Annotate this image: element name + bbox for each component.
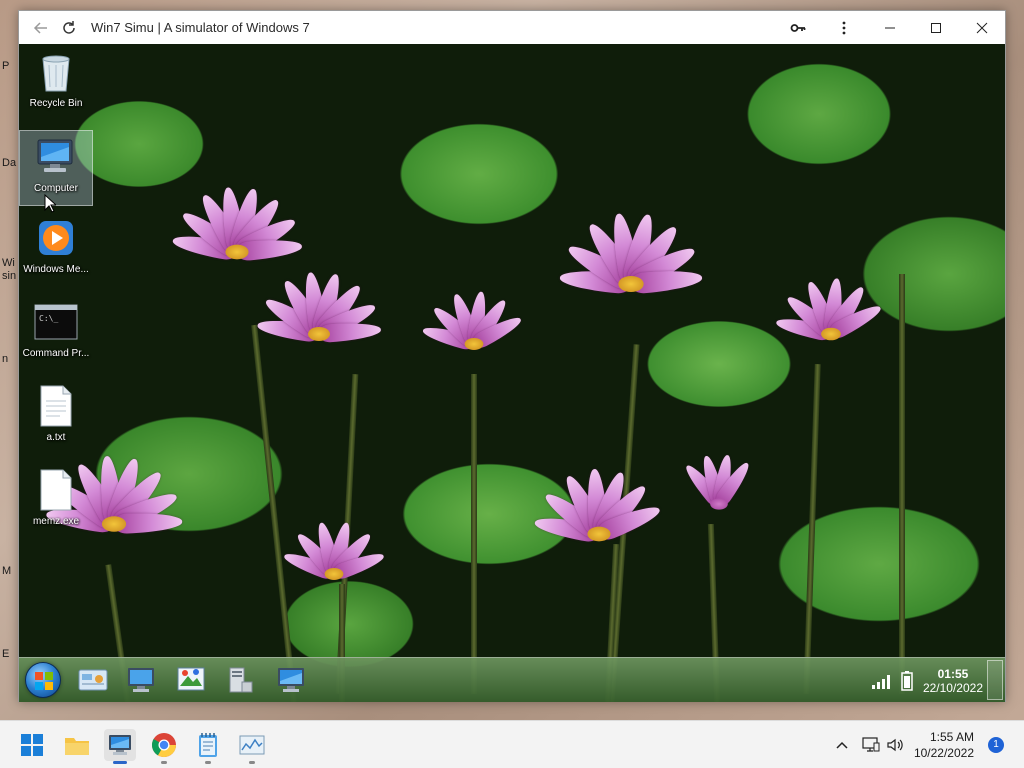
desktop-icon-memz-exe[interactable]: memz.exe (19, 464, 93, 540)
taskbar-app-computer[interactable] (123, 664, 159, 696)
key-icon (790, 23, 806, 32)
command-prompt-icon: C:\_ (34, 300, 78, 344)
title-bar: Win7 Simu | A simulator of Windows 7 (19, 11, 1005, 44)
win7-simu-icon (109, 735, 131, 755)
computer-icon (128, 668, 154, 692)
show-desktop-button[interactable] (987, 660, 1003, 700)
desktop-icon-label: memz.exe (32, 516, 80, 527)
desktop-icon-label: Windows Me... (23, 264, 89, 275)
windows-logo-icon (35, 672, 53, 690)
recycle-bin-icon (34, 50, 78, 94)
taskbar-app-server[interactable] (221, 664, 257, 696)
text-file-icon (34, 384, 78, 428)
win7-desktop[interactable]: Recycle Bin Computer Windows Me... C:\_ … (19, 44, 1005, 702)
desktop-icon-label: Recycle Bin (29, 98, 83, 109)
server-icon (229, 667, 253, 693)
control-panel-icon (78, 669, 108, 691)
performance-monitor-icon (239, 735, 265, 755)
win7-taskbar: 01:55 22/10/2022 (19, 657, 1005, 702)
host-taskbar: 1:55 AM 10/22/2022 1 (0, 720, 1024, 768)
maximize-button[interactable] (913, 11, 959, 44)
battery-icon[interactable] (901, 670, 913, 691)
running-indicator (161, 761, 167, 764)
chevron-up-icon[interactable] (834, 737, 850, 753)
reload-button[interactable] (55, 14, 83, 42)
host-system-tray: 1:55 AM 10/22/2022 1 (834, 721, 1024, 768)
computer-icon (278, 668, 304, 692)
app-title: Win7 Simu | A simulator of Windows 7 (91, 20, 310, 35)
win7-clock-time: 01:55 (937, 666, 969, 681)
key-button[interactable] (775, 11, 821, 44)
host-clock-time: 1:55 AM (929, 730, 974, 744)
volume-icon[interactable] (886, 737, 904, 753)
taskbar-app-computer[interactable] (273, 664, 309, 696)
more-vertical-icon (842, 21, 846, 34)
file-explorer-icon (65, 738, 89, 755)
desktop-icon-computer[interactable]: Computer (19, 130, 93, 206)
taskbar-app-paint[interactable] (173, 664, 209, 696)
running-indicator (249, 761, 255, 764)
desktop-icon-label: a.txt (46, 432, 66, 443)
back-arrow-icon (33, 21, 47, 34)
minimize-button[interactable] (867, 11, 913, 44)
more-options-button[interactable] (821, 11, 867, 44)
desktop-icon-a-txt[interactable]: a.txt (19, 380, 93, 456)
svg-text:C:\_: C:\_ (39, 314, 58, 323)
win7-clock-date: 22/10/2022 (922, 680, 983, 695)
taskbar-app-control-panel[interactable] (75, 664, 111, 696)
signal-icon[interactable] (871, 672, 893, 690)
app-window: Win7 Simu | A simulator of Windows 7 Rec… (18, 10, 1006, 702)
host-clock[interactable]: 1:55 AM 10/22/2022 (914, 729, 974, 761)
paint-icon (177, 667, 205, 691)
close-button[interactable] (959, 11, 1005, 44)
win7-system-tray: 01:55 22/10/2022 (871, 658, 983, 702)
taskbar-file-explorer[interactable] (61, 729, 93, 761)
windows-start-button[interactable] (16, 729, 48, 761)
win7-clock[interactable]: 01:55 22/10/2022 (923, 667, 983, 695)
reload-icon (63, 20, 75, 34)
executable-file-icon (34, 468, 78, 512)
active-indicator (113, 761, 127, 764)
taskbar-win7-simu[interactable] (104, 729, 136, 764)
running-indicator (205, 761, 211, 764)
desktop-icon-label: Command Pr... (22, 348, 90, 359)
desktop-icon-command-prompt[interactable]: C:\_ Command Pr... (19, 296, 93, 372)
mouse-cursor-icon (44, 194, 56, 213)
desktop-icon-windows-media-player[interactable]: Windows Me... (19, 212, 93, 288)
windows-media-player-icon (34, 216, 78, 260)
computer-icon (34, 135, 78, 179)
taskbar-notepad[interactable] (192, 729, 224, 764)
taskbar-chrome[interactable] (148, 729, 180, 764)
maximize-icon (931, 22, 941, 33)
back-button[interactable] (27, 14, 55, 42)
close-icon (976, 22, 988, 33)
wallpaper (19, 44, 1005, 702)
host-clock-date: 10/22/2022 (913, 746, 974, 760)
windows-start-icon (21, 734, 43, 756)
desktop-icon-label: Computer (34, 183, 78, 194)
notepad-icon (199, 733, 217, 757)
desktop-icon-recycle-bin[interactable]: Recycle Bin (19, 46, 93, 122)
start-button[interactable] (25, 662, 61, 698)
notification-badge[interactable]: 1 (988, 737, 1004, 753)
chrome-icon (151, 733, 176, 758)
minimize-icon (885, 27, 895, 28)
taskbar-performance-monitor[interactable] (236, 729, 268, 764)
network-icon[interactable] (862, 737, 880, 753)
